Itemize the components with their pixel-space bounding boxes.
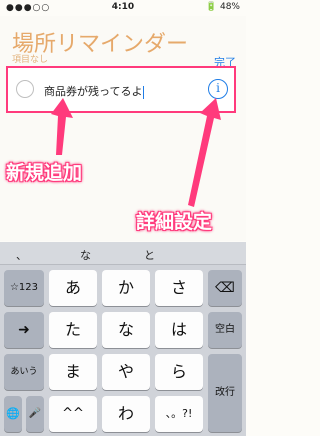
arrow-new-item [51,98,73,155]
microphone-icon[interactable]: 🎤 [26,396,44,432]
key-a[interactable]: あ [49,270,97,306]
key-wa[interactable]: わ [102,396,150,432]
globe-icon[interactable]: 🌐 [4,396,22,432]
key-kana-mode[interactable]: あいう [4,354,44,390]
japanese-keyboard: 、 な と ☆123 あ か さ ⌫ ➜ た な は 空白 あいう ま や ら … [0,242,246,436]
backspace-icon[interactable]: ⌫ [208,270,242,306]
callout-new-item: 新規追加 [6,162,83,184]
suggestion-to[interactable]: と [144,247,155,263]
callout-details: 詳細設定 [136,211,213,233]
suggestion-comma[interactable]: 、 [16,247,27,263]
key-ya[interactable]: や [102,354,150,390]
key-ha[interactable]: は [155,312,203,348]
key-ka[interactable]: か [102,270,150,306]
suggestion-bar: 、 な と [0,242,246,265]
suggestion-na[interactable]: な [80,247,91,263]
key-sa[interactable]: さ [155,270,203,306]
arrow-details [188,98,221,207]
key-space[interactable]: 空白 [208,312,242,348]
key-ma[interactable]: ま [49,354,97,390]
key-return[interactable]: 改行 [208,354,242,432]
key-punctuation[interactable]: 、。?! [155,396,203,432]
key-na[interactable]: な [102,312,150,348]
arrow-right-icon[interactable]: ➜ [4,312,44,348]
key-ra[interactable]: ら [155,354,203,390]
key-numbers[interactable]: ☆123 [4,270,44,306]
key-emoticon[interactable]: ^^ [49,396,97,432]
key-ta[interactable]: た [49,312,97,348]
